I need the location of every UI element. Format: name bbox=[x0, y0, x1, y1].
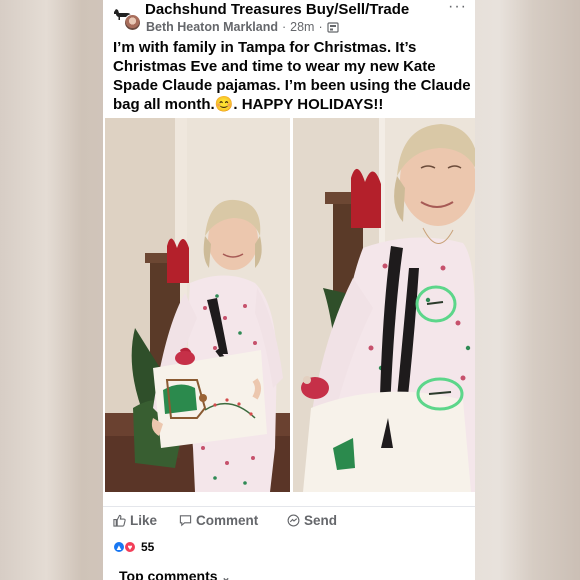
post-text-line: Christmas Eve and time to wear my new Ka… bbox=[113, 58, 436, 75]
group-privacy-icon bbox=[327, 22, 339, 33]
meta-separator: · bbox=[281, 20, 287, 34]
comment-button[interactable]: Comment bbox=[179, 513, 258, 528]
post-text-line: Spade Claude pajamas. I’m been using the… bbox=[113, 77, 471, 94]
post-photo-left[interactable] bbox=[105, 118, 290, 492]
author-name-link[interactable]: Beth Heaton Markland bbox=[146, 20, 278, 34]
chevron-down-icon: ⌄ bbox=[221, 572, 231, 580]
post-text-line-last: bag all month.😊. HAPPY HOLIDAYS!! bbox=[113, 96, 384, 113]
post-photos bbox=[103, 118, 475, 492]
group-avatar[interactable] bbox=[111, 3, 141, 33]
post-header: Dachshund Treasures Buy/Sell/Trade Beth … bbox=[103, 0, 475, 40]
post-meta: Beth Heaton Markland · 28m · bbox=[146, 20, 339, 34]
top-comments-label: Top comments bbox=[119, 568, 218, 580]
post-actions-bar: Like Comment Send bbox=[103, 506, 475, 534]
meta-separator: · bbox=[318, 20, 323, 34]
smile-emoji-icon: 😊 bbox=[214, 96, 234, 113]
like-button[interactable]: Like bbox=[113, 513, 157, 528]
comment-label: Comment bbox=[196, 513, 259, 528]
reactions-summary[interactable]: ▲ ♥ 55 bbox=[113, 540, 154, 554]
messenger-icon bbox=[287, 514, 300, 527]
send-button[interactable]: Send bbox=[287, 513, 337, 528]
post-photo-right[interactable] bbox=[293, 118, 475, 492]
thumbs-up-icon bbox=[113, 514, 126, 527]
post-text-line: I’m with family in Tampa for Christmas. … bbox=[113, 39, 417, 56]
comment-bubble-icon bbox=[179, 515, 192, 527]
author-avatar[interactable] bbox=[124, 14, 141, 31]
reaction-count: 55 bbox=[141, 540, 155, 554]
post-timestamp[interactable]: 28m bbox=[290, 20, 314, 34]
facebook-post-card: Dachshund Treasures Buy/Sell/Trade Beth … bbox=[103, 0, 475, 580]
group-name-link[interactable]: Dachshund Treasures Buy/Sell/Trade bbox=[145, 1, 409, 18]
send-label: Send bbox=[304, 513, 338, 528]
photo-closeup-with-highlights bbox=[293, 118, 475, 492]
top-comments-selector[interactable]: Top comments ⌄ bbox=[119, 568, 231, 580]
like-label: Like bbox=[130, 513, 158, 528]
heart-reaction-icon: ♥ bbox=[124, 541, 136, 553]
photo-woman-with-tote bbox=[105, 118, 290, 492]
post-body-text: I’m with family in Tampa for Christmas. … bbox=[113, 38, 471, 114]
more-options-icon[interactable]: ··· bbox=[448, 0, 467, 16]
